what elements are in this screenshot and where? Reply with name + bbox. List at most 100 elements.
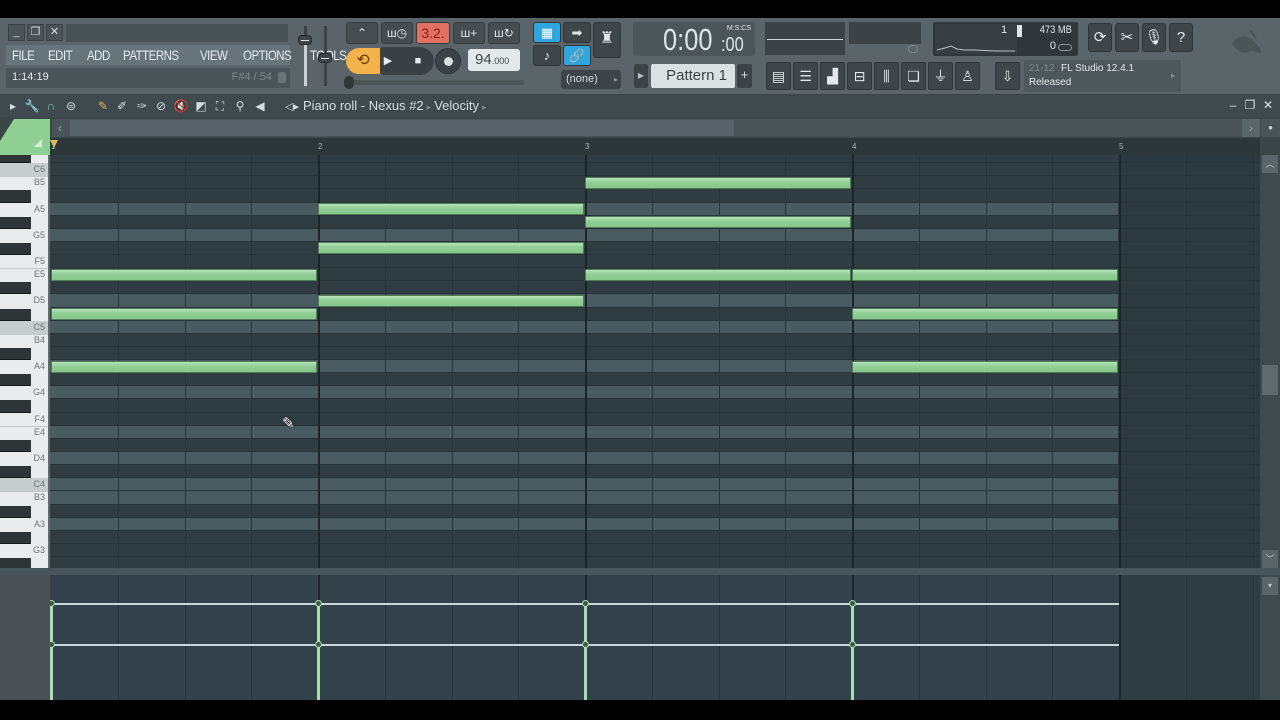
breadcrumb-arrow-icon[interactable]: ▸ [482, 102, 487, 112]
velocity-secondary-level-line[interactable] [51, 643, 318, 646]
paint-brush-icon[interactable]: ✐ [114, 98, 130, 114]
wait-for-input-button[interactable]: ш◷ [381, 22, 413, 44]
slide-button[interactable]: ♪ [533, 45, 561, 66]
channel-rack-button[interactable]: ☰ [793, 62, 818, 90]
touch-controller-button[interactable]: ♙ [955, 62, 980, 90]
velocity-secondary-level-line[interactable] [585, 643, 852, 646]
pr-close-button[interactable]: ✕ [1261, 98, 1275, 112]
note-cs5[interactable] [51, 308, 317, 321]
note-row[interactable] [50, 425, 1118, 439]
note-cs5[interactable] [852, 308, 1118, 321]
note-row[interactable] [50, 320, 1118, 334]
velocity-handle[interactable] [849, 599, 856, 607]
pencil-icon[interactable]: ✎ [95, 98, 111, 114]
paint-add-icon[interactable]: ✑ [134, 98, 150, 114]
plugin-db-button[interactable]: ⏚ [928, 62, 953, 90]
minimize-button[interactable]: _ [8, 24, 25, 41]
velocity-scrollbar[interactable]: ▾ [1260, 575, 1280, 700]
black-key[interactable] [0, 374, 31, 387]
piano-roll-tab[interactable] [0, 119, 50, 155]
velocity-editor[interactable] [50, 575, 1260, 700]
link-button[interactable]: 🔗 [563, 45, 591, 66]
velocity-stem[interactable] [851, 602, 854, 700]
note-e5[interactable] [585, 268, 851, 281]
news-panel[interactable]: 21-12 FL Studio 12.4.1 Released ▸ [1024, 60, 1181, 92]
delete-icon[interactable]: ⊘ [153, 98, 169, 114]
velocity-secondary-level-line[interactable] [852, 643, 1119, 646]
help-button[interactable]: ? [1169, 23, 1193, 52]
note-e5[interactable] [852, 268, 1118, 281]
piano-roll-button[interactable]: ▟ [820, 62, 845, 90]
note-row[interactable] [50, 491, 1118, 505]
note-row[interactable] [50, 557, 1118, 568]
velocity-level-line[interactable] [585, 602, 852, 605]
mute-icon[interactable]: 🔇 [173, 98, 189, 114]
pattern-prev-button[interactable]: ▶ [634, 64, 648, 88]
note-row[interactable] [50, 517, 1118, 531]
menu-view[interactable]: VIEW [200, 47, 228, 63]
velocity-scroll-icon[interactable]: ▾ [1262, 577, 1278, 595]
step-edit-button[interactable]: ш+ [453, 22, 485, 44]
options-arrow-icon[interactable]: ▸ [5, 98, 21, 114]
menu-file[interactable]: FILE [12, 47, 35, 63]
metronome-button[interactable]: ⌃ [346, 22, 378, 44]
velocity-level-line[interactable] [318, 602, 585, 605]
speaker-icon[interactable]: ◁▸ [285, 101, 299, 113]
record-button[interactable] [435, 48, 461, 74]
download-button[interactable]: ⇩ [995, 62, 1020, 90]
horizontal-scroll-thumb[interactable] [70, 120, 734, 136]
velocity-handle[interactable] [582, 599, 589, 607]
project-info-button[interactable]: ❏ [901, 62, 926, 90]
playback-icon[interactable]: ◀ [252, 98, 268, 114]
note-e5[interactable] [51, 268, 317, 281]
play-button[interactable]: ▶ [374, 48, 402, 74]
stop-button[interactable]: ■ [404, 48, 432, 74]
black-key[interactable] [0, 400, 31, 413]
note-row[interactable] [50, 333, 1118, 347]
black-key[interactable] [0, 558, 31, 568]
song-position-slider[interactable] [346, 80, 524, 85]
pattern-add-button[interactable]: + [737, 64, 752, 88]
black-key[interactable] [0, 531, 31, 544]
menu-patterns[interactable]: PATTERNS [123, 47, 179, 63]
velocity-handle[interactable] [315, 599, 322, 607]
note-row[interactable] [50, 399, 1118, 413]
cut-tools-button[interactable]: ✂ [1115, 23, 1139, 52]
horizontal-scrollbar[interactable]: ‹ › [52, 119, 1260, 137]
menu-options[interactable]: OPTIONS [243, 47, 292, 63]
piano-keyboard[interactable]: C6 B5 A5 G5 F5 E5 D5 C5 B4 A4 G4 F4 E4 D4 C4 B3 A3 G3 [0, 155, 50, 568]
velocity-secondary-handle[interactable] [849, 640, 856, 648]
note-a4[interactable] [51, 360, 317, 373]
magnet-icon[interactable]: ∩ [43, 98, 59, 114]
note-row[interactable] [50, 228, 1118, 242]
pr-minimize-button[interactable]: ‒ [1226, 98, 1240, 112]
scroll-up-icon[interactable]: ︿ [1262, 155, 1278, 173]
vertical-scrollbar[interactable]: ︿ ﹀ [1260, 155, 1280, 568]
tools-menu-icon[interactable]: ⊜ [63, 98, 79, 114]
playlist-button[interactable]: ▤ [766, 62, 791, 90]
menu-add[interactable]: ADD [87, 47, 110, 63]
velocity-secondary-handle[interactable] [582, 640, 589, 648]
velocity-secondary-handle[interactable] [50, 640, 55, 648]
browser-button[interactable]: ⊟ [847, 62, 872, 90]
velocity-level-line[interactable] [852, 602, 1119, 605]
scroll-right-icon[interactable]: › [1242, 119, 1260, 137]
note-row[interactable] [50, 412, 1118, 426]
scroll-down-icon[interactable]: ﹀ [1262, 550, 1278, 568]
velocity-secondary-handle[interactable] [315, 640, 322, 648]
black-key[interactable] [0, 216, 31, 229]
next-arrow-button[interactable]: ➡ [563, 22, 591, 43]
note-a5[interactable] [318, 203, 584, 216]
vertical-scroll-thumb[interactable] [1262, 365, 1278, 395]
mixer-button[interactable]: ⫼ [874, 62, 899, 90]
black-key[interactable] [0, 155, 31, 164]
scroll-left-icon[interactable]: ‹ [52, 119, 68, 137]
note-row[interactable] [50, 189, 1118, 203]
scope-knob-icon[interactable] [908, 45, 918, 53]
velocity-stem[interactable] [50, 602, 53, 700]
note-b5[interactable] [585, 176, 851, 189]
typing-keyboard-button[interactable]: ▦ [533, 22, 561, 43]
note-a4[interactable] [852, 360, 1118, 373]
time-display[interactable]: 0:00 :00 M:S:CS [633, 22, 755, 57]
close-button[interactable]: ✕ [46, 24, 63, 41]
